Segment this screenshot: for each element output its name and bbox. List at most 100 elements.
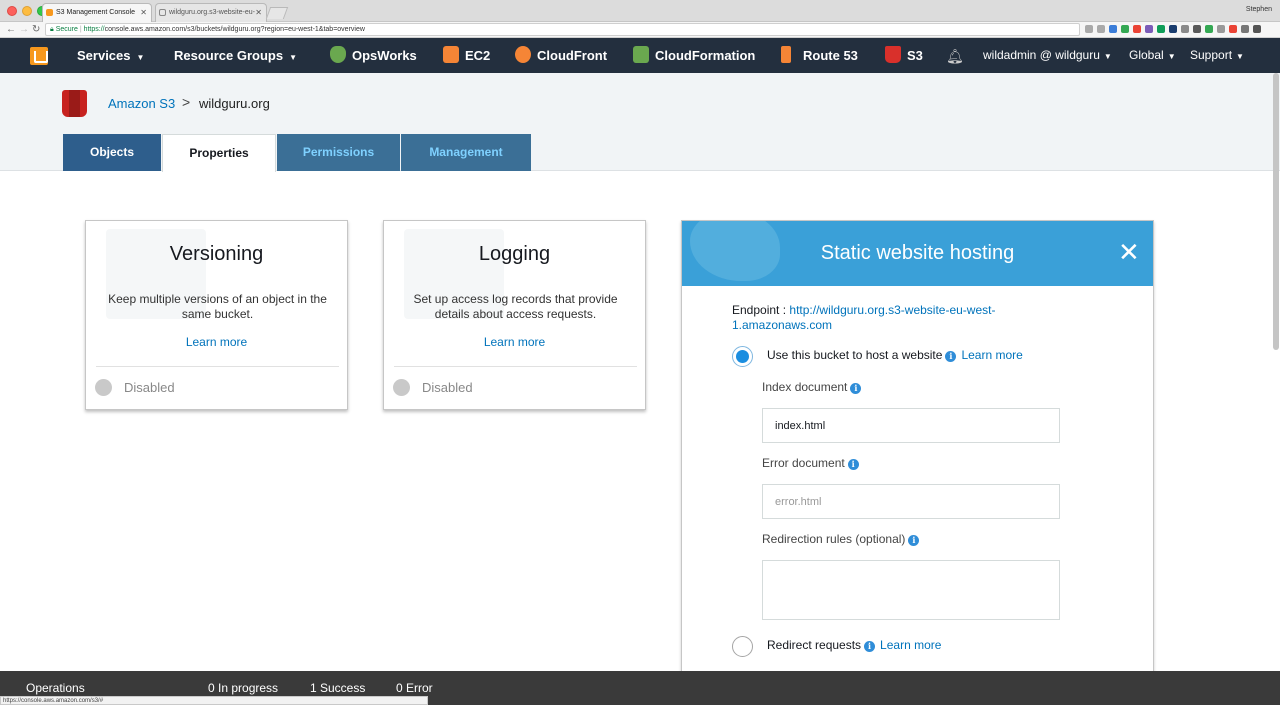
page-scrollbar[interactable] <box>1273 73 1279 350</box>
learn-more-link[interactable]: Learn more <box>86 335 347 349</box>
region-menu[interactable]: Global ▼ <box>1129 38 1176 73</box>
notifications-bell-icon[interactable]: 🔔︎ <box>946 48 964 65</box>
extension-icon[interactable] <box>1241 25 1249 33</box>
bucket-header: Amazon S3 > wildguru.org Objects Propert… <box>0 73 1280 172</box>
shortcut-cloudfront[interactable]: CloudFront <box>515 38 607 73</box>
extension-icon[interactable] <box>1205 25 1213 33</box>
tab-objects[interactable]: Objects <box>63 134 161 171</box>
status-badge: Disabled <box>422 380 473 395</box>
status-dot-icon <box>95 379 112 396</box>
card-description: Keep multiple versions of an object in t… <box>108 292 327 321</box>
tab-management[interactable]: Management <box>401 134 531 171</box>
aws-logo-icon[interactable] <box>30 47 48 65</box>
card-title: Versioning <box>169 243 264 265</box>
account-label: wildadmin @ wildguru <box>983 48 1100 62</box>
desktop-strip <box>0 705 1280 720</box>
versioning-card[interactable]: Versioning Keep multiple versions of an … <box>85 220 348 410</box>
breadcrumb-amazon-s3[interactable]: Amazon S3 <box>108 96 175 111</box>
support-label: Support <box>1190 48 1233 62</box>
info-icon[interactable]: i <box>850 383 862 394</box>
browser-toolbar: ← → ↻ 🔒︎ Secure | https://console.aws.am… <box>0 22 1280 38</box>
cloudfront-icon <box>515 46 531 63</box>
close-window-icon[interactable] <box>7 6 17 16</box>
address-bar[interactable]: 🔒︎ Secure | https://console.aws.amazon.c… <box>45 23 1080 36</box>
shortcut-cloudformation[interactable]: CloudFormation <box>633 38 755 73</box>
cloudformation-icon <box>633 46 649 63</box>
shortcut-ec2[interactable]: EC2 <box>443 38 490 73</box>
star-icon[interactable] <box>1097 25 1105 33</box>
use-bucket-label: Use this bucket to host a website <box>767 348 943 362</box>
operations-label[interactable]: Operations <box>26 681 85 695</box>
extension-icon[interactable] <box>1229 25 1237 33</box>
services-menu[interactable]: Services ▼ <box>77 38 144 73</box>
extension-icon[interactable] <box>1193 25 1201 33</box>
index-document-input[interactable]: index.html <box>762 408 1060 443</box>
close-tab-icon[interactable]: ✕ <box>255 8 262 17</box>
extension-icon[interactable] <box>1109 25 1117 33</box>
extension-icon[interactable] <box>1133 25 1141 33</box>
index-document-label: Index document <box>762 380 848 394</box>
error-document-label: Error document <box>762 456 845 470</box>
zoom-icon[interactable] <box>1085 25 1093 33</box>
error-document-label-row: Error document i <box>762 456 859 470</box>
url-text: console.aws.amazon.com/s3/buckets/wildgu… <box>104 26 365 33</box>
browser-tab-bar: S3 Management Console ✕ wildguru.org.s3-… <box>0 0 1280 22</box>
redirect-requests-label: Redirect requests <box>767 638 862 652</box>
in-progress-count: 0 In progress <box>208 681 279 695</box>
menu-dots-icon[interactable] <box>1253 25 1261 33</box>
endpoint-label: Endpoint : <box>732 303 787 317</box>
extension-icon[interactable] <box>1181 25 1189 33</box>
static-website-hosting-panel: Static website hosting ✕ Endpoint : http… <box>681 220 1154 671</box>
resource-groups-menu[interactable]: Resource Groups ▼ <box>174 38 297 73</box>
use-bucket-radio[interactable] <box>732 346 753 367</box>
hosting-panel-header: Static website hosting ✕ <box>682 221 1153 286</box>
info-icon[interactable]: i <box>847 459 859 470</box>
hosting-panel-title: Static website hosting <box>820 242 1015 264</box>
route53-icon <box>781 46 791 63</box>
shortcut-route53[interactable]: Route 53 <box>781 38 858 73</box>
region-label: Global <box>1129 48 1164 62</box>
extension-icon[interactable] <box>1157 25 1165 33</box>
extension-icon[interactable] <box>1145 25 1153 33</box>
shortcut-label: EC2 <box>465 48 491 63</box>
secure-lock-icon: 🔒︎ <box>50 26 54 33</box>
url-scheme: https:// <box>83 26 105 33</box>
tab-permissions[interactable]: Permissions <box>277 134 400 171</box>
logging-card[interactable]: Logging Set up access log records that p… <box>383 220 646 410</box>
support-menu[interactable]: Support ▼ <box>1190 38 1244 73</box>
tab-properties[interactable]: Properties <box>162 134 276 172</box>
minimize-window-icon[interactable] <box>22 6 32 16</box>
redirect-requests-radio[interactable] <box>732 636 753 657</box>
error-document-input[interactable]: error.html <box>762 484 1060 519</box>
extension-icon[interactable] <box>1217 25 1225 33</box>
back-arrow-icon[interactable]: ← <box>6 24 16 35</box>
new-tab-button[interactable] <box>265 7 289 19</box>
reload-icon[interactable]: ↻ <box>32 24 40 35</box>
ec2-icon <box>443 46 459 63</box>
forward-arrow-icon[interactable]: → <box>19 24 29 35</box>
shortcut-label: CloudFront <box>537 48 608 63</box>
extension-icon[interactable] <box>1169 25 1177 33</box>
info-icon[interactable]: i <box>945 351 957 362</box>
close-icon[interactable]: ✕ <box>1118 237 1140 267</box>
chevron-down-icon: ▼ <box>289 53 298 62</box>
learn-more-link[interactable]: Learn more <box>961 348 1022 362</box>
browser-tab-website[interactable]: wildguru.org.s3-website-eu- ✕ <box>155 3 267 22</box>
info-icon[interactable]: i <box>864 641 876 652</box>
close-tab-icon[interactable]: ✕ <box>140 8 147 17</box>
shortcut-opsworks[interactable]: OpsWorks <box>330 38 417 73</box>
browser-tab-s3-console[interactable]: S3 Management Console ✕ <box>42 3 152 22</box>
shortcut-s3[interactable]: S3 <box>885 38 923 73</box>
learn-more-link[interactable]: Learn more <box>384 335 645 349</box>
redirection-rules-textarea[interactable] <box>762 560 1060 620</box>
shortcut-label: S3 <box>907 48 923 63</box>
redirection-rules-label-row: Redirection rules (optional) i <box>762 532 920 546</box>
chevron-down-icon: ▼ <box>1236 52 1244 61</box>
shortcut-label: OpsWorks <box>352 48 417 63</box>
info-icon[interactable]: i <box>908 535 920 546</box>
learn-more-link[interactable]: Learn more <box>880 638 941 652</box>
index-document-label-row: Index document i <box>762 380 862 394</box>
browser-profile-name[interactable]: Stephen <box>1246 6 1272 13</box>
extension-icon[interactable] <box>1121 25 1129 33</box>
account-menu[interactable]: wildadmin @ wildguru ▼ <box>983 38 1112 73</box>
